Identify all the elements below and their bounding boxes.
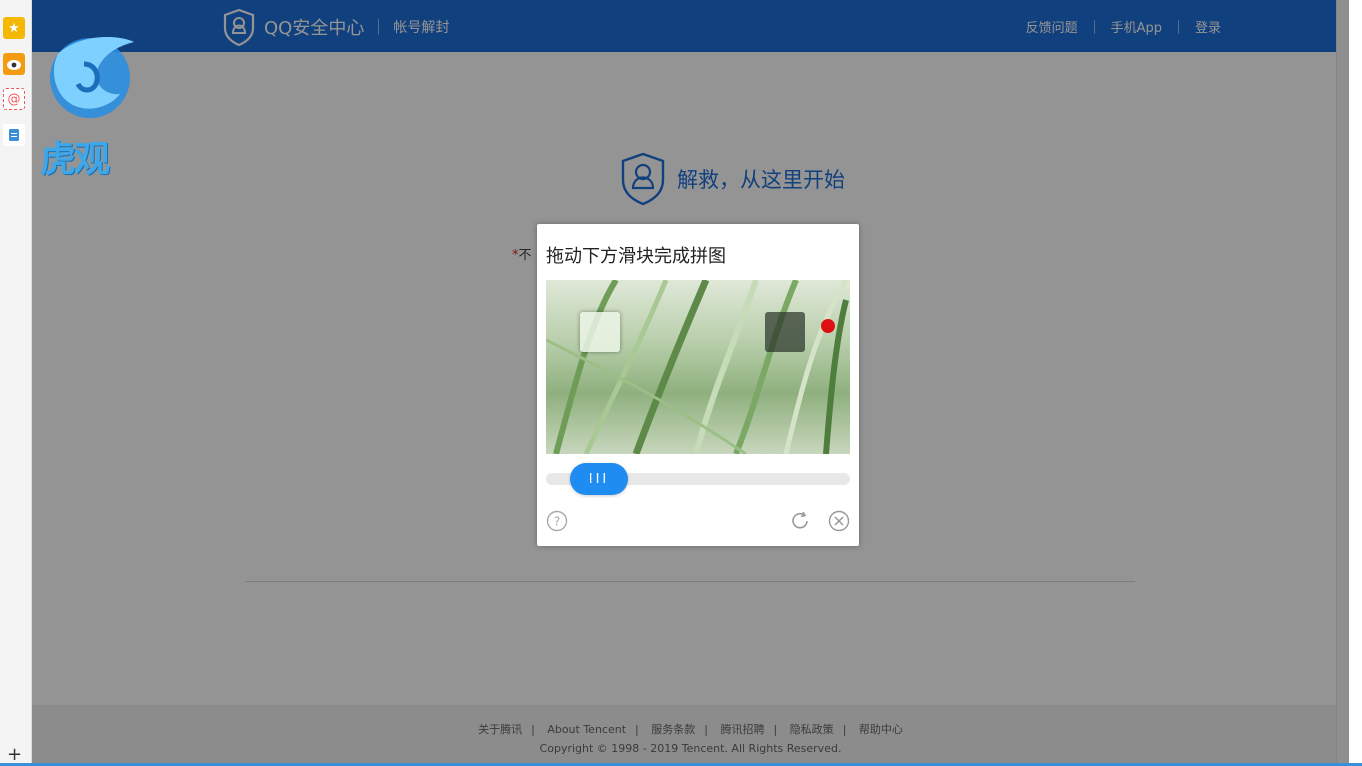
modal-overlay-top (32, 0, 1349, 52)
grass-background (546, 280, 849, 454)
tiger-logo-icon (50, 37, 134, 118)
document-icon[interactable] (3, 124, 25, 146)
puzzle-slot (765, 312, 805, 352)
help-icon[interactable]: ? (546, 510, 568, 532)
refresh-icon[interactable] (789, 510, 811, 532)
browser-sidebar: ★ @ + (0, 0, 32, 766)
add-icon[interactable]: + (7, 746, 22, 764)
captcha-puzzle-image (546, 280, 850, 454)
captcha-title: 拖动下方滑块完成拼图 (546, 246, 726, 267)
weibo-icon[interactable] (3, 53, 25, 75)
star-icon[interactable]: ★ (3, 17, 25, 39)
close-icon[interactable] (828, 510, 850, 532)
captcha-dialog: 拖动下方滑块完成拼图 III ? (537, 224, 859, 546)
mail-icon[interactable]: @ (3, 88, 25, 110)
puzzle-piece[interactable] (580, 312, 620, 352)
watermark-text: 虎观 (40, 139, 110, 180)
watermark-logo: 虎观 (38, 24, 142, 180)
cursor-icon (821, 319, 835, 333)
svg-text:?: ? (554, 515, 560, 529)
slider-handle[interactable]: III (570, 463, 628, 495)
